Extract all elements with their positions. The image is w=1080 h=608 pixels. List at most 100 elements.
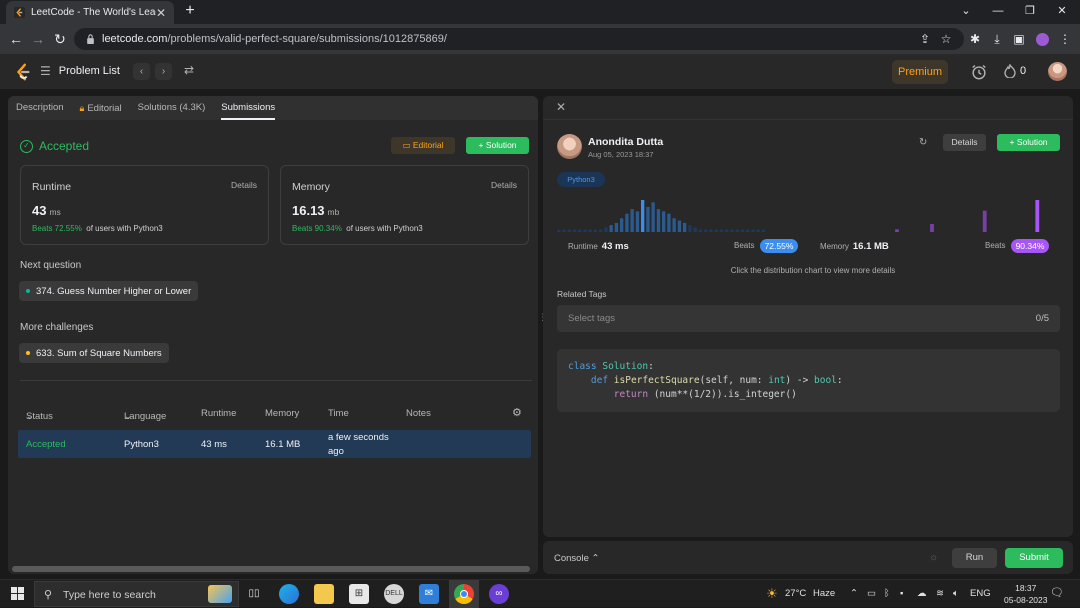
store-icon[interactable]: ⊞ — [349, 584, 369, 604]
distribution-chart[interactable] — [557, 194, 1053, 236]
dell-icon[interactable]: DELL — [384, 584, 404, 604]
leetcode-logo-icon[interactable] — [14, 63, 32, 81]
new-tab-button[interactable]: + — [181, 2, 199, 20]
runtime-dist-bar[interactable] — [641, 200, 645, 232]
runtime-dist-bar[interactable] — [625, 213, 629, 232]
console-toggle[interactable]: Console ⌃ — [554, 553, 599, 564]
file-explorer-icon[interactable] — [314, 584, 334, 604]
wifi-icon[interactable]: ≋ — [936, 588, 944, 599]
runtime-dist-bar[interactable] — [740, 229, 745, 232]
runtime-dist-bar[interactable] — [725, 229, 729, 232]
runtime-dist-bar[interactable] — [693, 227, 697, 232]
runtime-dist-bar[interactable] — [761, 229, 766, 232]
runtime-dist-bar[interactable] — [677, 220, 682, 232]
profile-icon[interactable] — [1033, 30, 1051, 48]
runtime-dist-bar[interactable] — [746, 229, 750, 232]
chrome-menu-icon[interactable]: ⋮ — [1056, 30, 1074, 48]
onedrive-icon[interactable]: ☁ — [917, 588, 927, 599]
share-icon[interactable]: ⇪ — [916, 30, 934, 48]
runtime-dist-bar[interactable] — [719, 229, 724, 232]
next-question-chip[interactable]: 374. Guess Number Higher or Lower — [19, 281, 199, 301]
task-view-icon[interactable]: ▯▯ — [244, 584, 264, 604]
close-icon[interactable]: ✕ — [556, 100, 566, 114]
runtime-dist-bar[interactable] — [635, 211, 640, 232]
runtime-dist-bar[interactable] — [557, 229, 561, 232]
more-challenge-chip[interactable]: 633. Sum of Square Numbers — [19, 343, 169, 363]
runtime-dist-bar[interactable] — [688, 225, 692, 232]
runtime-dist-bar[interactable] — [578, 229, 582, 232]
table-row[interactable]: Accepted Python3 43 ms 16.1 MB a few sec… — [18, 430, 531, 458]
premium-button[interactable]: Premium — [892, 60, 948, 84]
runtime-dist-bar[interactable] — [698, 229, 703, 232]
notification-icon[interactable]: 🗨︎ — [1050, 586, 1064, 599]
sidepanel-icon[interactable]: ▣ — [1010, 30, 1028, 48]
camera-icon[interactable]: ▪ — [900, 588, 903, 599]
runtime-dist-bar[interactable] — [614, 222, 619, 232]
runtime-dist-bar[interactable] — [730, 229, 734, 232]
code-block[interactable]: class Solution: def isPerfectSquare(self… — [557, 349, 1060, 412]
mail-icon[interactable]: ✉ — [419, 584, 439, 604]
author-name[interactable]: Anondita Dutta — [588, 136, 663, 148]
row-status[interactable]: Accepted — [26, 439, 66, 450]
memory-dist-bar[interactable] — [1035, 200, 1040, 232]
runtime-dist-bar[interactable] — [593, 229, 598, 232]
chrome-taskbar-active[interactable] — [449, 580, 479, 608]
runtime-dist-bar[interactable] — [604, 227, 608, 232]
memory-dist-bar[interactable] — [982, 210, 987, 232]
browser-tab[interactable]: LeetCode - The World's Leading ✕ — [6, 1, 174, 24]
taskbar-search-input[interactable]: ⚲ Type here to search — [34, 581, 239, 607]
runtime-dist-bar[interactable] — [714, 229, 718, 232]
runtime-details-link[interactable]: Details — [231, 180, 257, 190]
battery-icon[interactable]: ▭ — [867, 588, 876, 599]
runtime-dist-bar[interactable] — [751, 229, 755, 232]
input-language[interactable]: ENG — [970, 588, 991, 599]
shuffle-icon[interactable]: ⇄ — [184, 63, 194, 77]
weather-icon[interactable]: ☀ — [762, 584, 782, 604]
solution-button[interactable]: + Solution — [997, 134, 1060, 151]
runtime-dist-bar[interactable] — [609, 225, 613, 232]
runtime-dist-bar[interactable] — [583, 229, 587, 232]
clock[interactable]: 18:37 05-08-2023 — [1004, 582, 1047, 606]
tray-chevron-icon[interactable]: ⌃ — [850, 588, 858, 599]
runtime-dist-bar[interactable] — [588, 229, 592, 232]
url-input[interactable]: leetcode.com/problems/valid-perfect-squa… — [74, 28, 964, 50]
download-icon[interactable]: ⤓ — [988, 30, 1006, 48]
reload-button[interactable]: ↻ — [50, 29, 70, 49]
app-icon[interactable]: ∞ — [489, 584, 509, 604]
tab-description[interactable]: Description — [8, 96, 72, 120]
extensions-icon[interactable]: ✱ — [966, 30, 984, 48]
edge-icon[interactable] — [279, 584, 299, 604]
details-button[interactable]: Details — [943, 134, 986, 151]
horizontal-scrollbar[interactable] — [12, 566, 530, 572]
refresh-icon[interactable]: ↻ — [919, 137, 927, 148]
prev-problem-button[interactable]: ‹ — [133, 63, 150, 80]
streak-counter[interactable]: 0 — [1004, 64, 1026, 78]
forward-button[interactable]: → — [28, 29, 48, 49]
run-button[interactable]: Run — [952, 548, 997, 568]
settings-gear-icon[interactable]: ⚙ — [512, 406, 522, 419]
runtime-dist-bar[interactable] — [662, 211, 666, 232]
memory-dist-bar[interactable] — [930, 224, 934, 232]
runtime-dist-bar[interactable] — [704, 229, 708, 232]
runtime-dist-bar[interactable] — [667, 213, 671, 232]
runtime-dist-bar[interactable] — [620, 218, 624, 232]
submit-button[interactable]: Submit — [1005, 548, 1063, 568]
close-tab-icon[interactable]: ✕ — [156, 6, 166, 20]
tab-submissions[interactable]: Submissions — [213, 96, 283, 120]
tags-select[interactable]: Select tags 0/5 — [557, 305, 1060, 332]
weather-desc[interactable]: Haze — [813, 588, 835, 599]
runtime-card[interactable]: Runtime Details 43 ms Beats 72.55% of use… — [20, 165, 269, 245]
solution-button[interactable]: + Solution — [466, 137, 529, 154]
problem-list-link[interactable]: ☰ Problem List — [40, 64, 120, 78]
back-button[interactable]: ← — [6, 29, 26, 49]
memory-details-link[interactable]: Details — [491, 180, 517, 190]
bluetooth-icon[interactable]: ᛒ — [884, 588, 890, 599]
runtime-dist-bar[interactable] — [683, 222, 687, 232]
memory-dist-bar[interactable] — [895, 229, 899, 232]
volume-icon[interactable]: 🔈︎ — [953, 588, 959, 599]
bookmark-star-icon[interactable]: ☆ — [937, 30, 955, 48]
runtime-dist-bar[interactable] — [646, 206, 650, 232]
runtime-dist-bar[interactable] — [651, 202, 655, 232]
next-problem-button[interactable]: › — [155, 63, 172, 80]
author-avatar[interactable] — [557, 134, 582, 159]
